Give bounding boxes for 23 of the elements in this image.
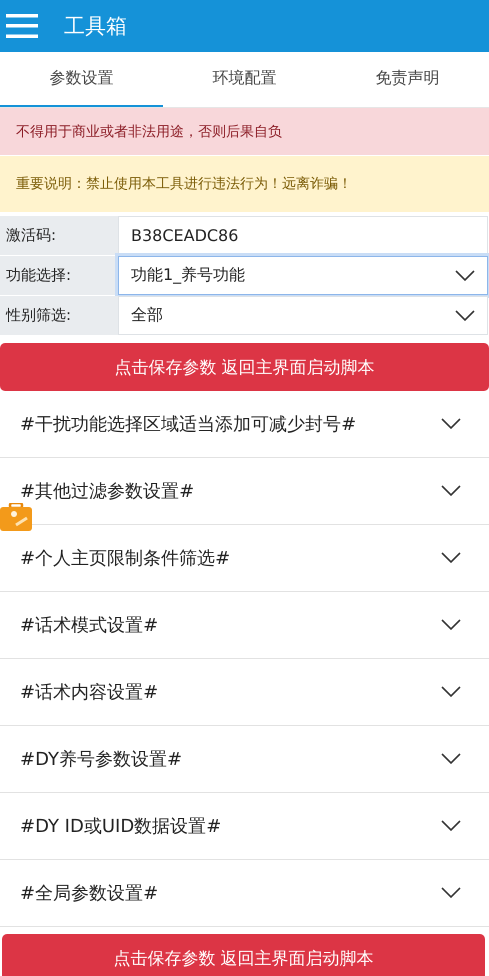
save-button[interactable]: 点击保存参数 返回主界面启动脚本: [2, 934, 485, 976]
chevron-icon: [455, 310, 475, 322]
chevron-icon: [441, 418, 461, 430]
field-label: 性别筛选:: [0, 296, 118, 335]
danger-alert: 不得用于商业或者非法用途，否则后果自负: [0, 108, 489, 156]
chevron-icon: [441, 619, 461, 631]
menu-icon[interactable]: [6, 13, 38, 39]
chevron-icon: [441, 485, 461, 497]
field-label: 激活码:: [0, 216, 118, 255]
chevron-icon: [441, 552, 461, 564]
chevron-icon: [441, 686, 461, 698]
chevron-icon: [441, 753, 461, 765]
briefcase-icon[interactable]: [0, 503, 32, 531]
field-label: 功能选择:: [0, 256, 118, 295]
chevron-icon: [441, 887, 461, 899]
chevron-icon: [455, 270, 475, 282]
input-field[interactable]: B38CEADC86: [118, 216, 488, 255]
chevron-icon: [441, 820, 461, 832]
select-field[interactable]: 功能1_养号功能: [118, 256, 488, 295]
select-field[interactable]: 全部: [118, 296, 488, 335]
app-title: 工具箱: [64, 13, 127, 40]
save-button[interactable]: 点击保存参数 返回主界面启动脚本: [0, 343, 489, 391]
warning-alert: 重要说明：禁止使用本工具进行违法行为！远离诈骗！: [0, 156, 489, 213]
